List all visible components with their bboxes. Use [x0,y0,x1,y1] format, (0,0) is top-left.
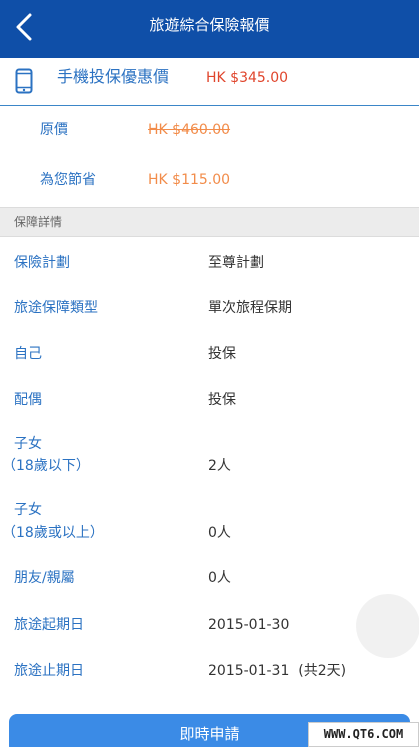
detail-label: 旅途起期日 [14,617,84,633]
detail-label: 配偶 [14,392,42,408]
detail-row-children-under-18: 子女 （18歲以下） 2人 [0,424,419,492]
mobile-offer-price: HK $345.00 [206,70,289,86]
detail-row-children-18-plus: 子女 （18歲或以上） 0人 [0,492,419,556]
detail-value: 至尊計劃 [208,255,264,271]
detail-value: 2015-01-31 (共2天) [208,663,347,679]
mobile-offer-row: 手機投保優惠價 HK $345.00 [0,58,419,106]
detail-row-self: 自己 投保 [0,332,419,378]
detail-label: 朋友/親屬 [14,570,75,586]
original-price-row: 原價 HK $460.00 [0,106,419,156]
detail-label: 子女 [14,502,42,518]
chevron-left-icon [16,13,32,41]
section-title: 保障詳情 [14,215,63,229]
original-price-label: 原價 [40,122,68,138]
detail-row-friends-relatives: 朋友/親屬 0人 [0,556,419,602]
detail-row-end-date: 旅途止期日 2015-01-31 (共2天) [0,648,419,698]
back-button[interactable] [6,9,42,45]
savings-label: 為您節省 [40,172,96,188]
detail-value: 0人 [208,525,231,541]
page-title: 旅遊綜合保險報價 [149,16,270,34]
detail-label: 旅途止期日 [14,663,84,679]
floating-assist-button[interactable] [356,594,419,658]
detail-sublabel: （18歲或以上） [2,525,104,541]
detail-row-coverage-type: 旅途保障類型 單次旅程保期 [0,286,419,332]
savings-value: HK $115.00 [148,172,231,188]
mobile-offer-label: 手機投保優惠價 [57,67,170,86]
detail-label: 保險計劃 [14,255,70,271]
detail-value: 單次旅程保期 [208,300,292,316]
app-header: 旅遊綜合保險報價 [0,0,419,58]
coverage-details-header: 保障詳情 [0,207,419,237]
detail-value: 投保 [208,392,236,408]
detail-value: 投保 [208,346,236,362]
detail-value: 2人 [208,458,231,474]
savings-row: 為您節省 HK $115.00 [0,156,419,206]
detail-row-plan: 保險計劃 至尊計劃 [0,240,419,286]
original-price-value: HK $460.00 [148,122,231,138]
detail-value: 0人 [208,570,231,586]
detail-row-spouse: 配偶 投保 [0,378,419,424]
detail-label: 自己 [14,346,42,362]
detail-sublabel: （18歲以下） [2,458,90,474]
detail-value: 2015-01-30 [208,617,290,633]
detail-label: 旅途保障類型 [14,300,98,316]
detail-label: 子女 [14,436,42,452]
smartphone-icon [15,68,33,94]
site-watermark: WWW.QT6.COM [308,722,419,747]
